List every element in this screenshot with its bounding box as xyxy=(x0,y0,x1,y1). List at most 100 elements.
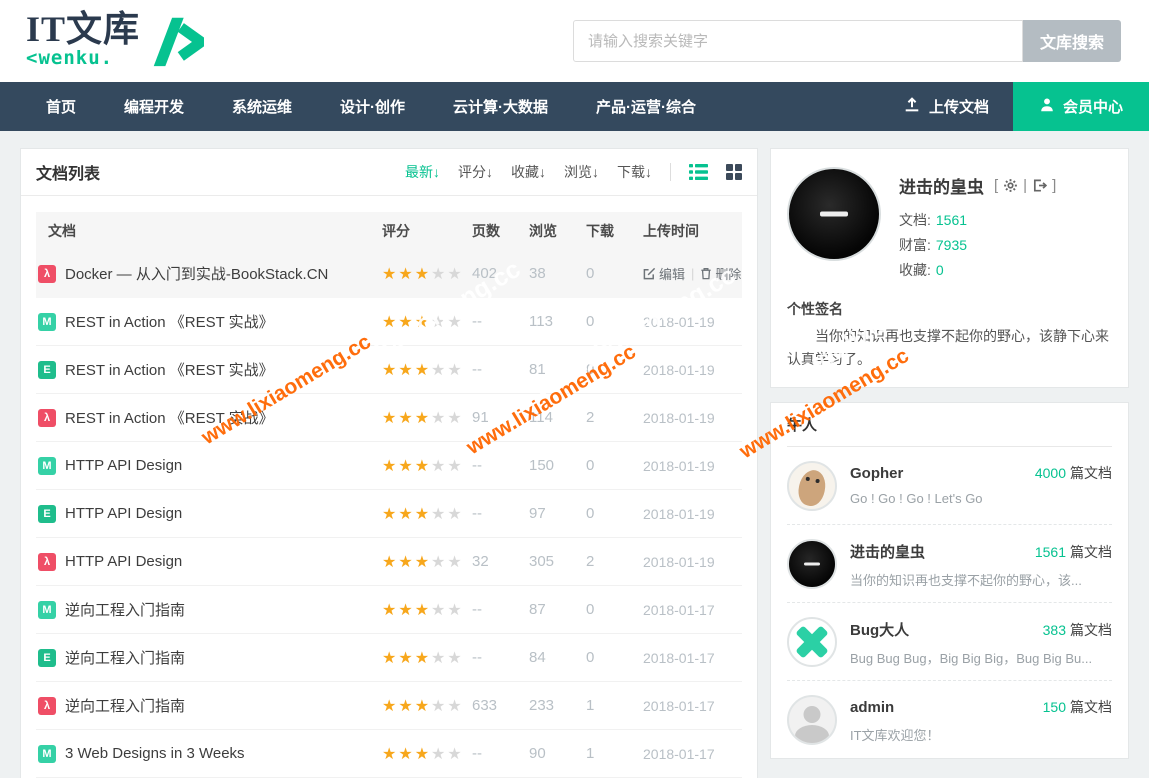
table-row[interactable]: λ逆向工程入门指南★★★★★63323312018-01-17 xyxy=(36,682,742,730)
doc-title-link[interactable]: 逆向工程入门指南 xyxy=(65,599,185,620)
edit-label: 编辑 xyxy=(659,264,685,283)
member-center-button[interactable]: 会员中心 xyxy=(1013,82,1149,131)
downloads-value: 0 xyxy=(586,601,643,618)
views-value: 233 xyxy=(529,697,586,714)
downloads-value: 2 xyxy=(586,409,643,426)
user-top-row: admin 150篇文档 xyxy=(850,697,1112,717)
nav-item-4[interactable]: 云计算·大数据 xyxy=(429,82,572,131)
star-icon: ★ xyxy=(415,650,431,667)
views-value: 305 xyxy=(529,553,586,570)
nav-item-3[interactable]: 设计·创作 xyxy=(316,82,429,131)
profile-name[interactable]: 进击的皇虫 xyxy=(899,173,984,198)
doc-title-link[interactable]: 3 Web Designs in 3 Weeks xyxy=(65,745,245,762)
doc-title-link[interactable]: REST in Action 《REST 实战》 xyxy=(65,311,274,332)
nav-item-0[interactable]: 首页 xyxy=(22,82,100,131)
user-list-item[interactable]: Bug大人383篇文档Bug Bug Bug，Big Big Big，Bug B… xyxy=(787,603,1112,681)
user-doc-count: 4000篇文档 xyxy=(1035,463,1112,483)
grid-view-icon[interactable] xyxy=(726,164,742,180)
list-view-icon[interactable] xyxy=(689,164,708,180)
user-list-item[interactable]: Gopher4000篇文档Go ! Go ! Go ! Let's Go xyxy=(787,447,1112,525)
upload-date: 2018-01-19 xyxy=(643,362,744,378)
star-icon: ★ xyxy=(415,506,431,523)
user-doc-count: 150篇文档 xyxy=(1043,697,1112,717)
search-input[interactable] xyxy=(573,20,1023,62)
nav-item-5[interactable]: 产品·运营·综合 xyxy=(572,82,720,131)
table-row[interactable]: λHTTP API Design★★★★★3230522018-01-19 xyxy=(36,538,742,586)
table-row[interactable]: λREST in Action 《REST 实战》★★★★★9111422018… xyxy=(36,394,742,442)
star-icon: ★ xyxy=(447,266,463,283)
views-value: 150 xyxy=(529,457,586,474)
doc-title-link[interactable]: HTTP API Design xyxy=(65,505,182,522)
doc-title-link[interactable]: HTTP API Design xyxy=(65,553,182,570)
profile-avatar[interactable] xyxy=(787,167,881,261)
user-name[interactable]: Bug大人 xyxy=(850,619,909,640)
sort-arrow-icon: ↓ xyxy=(539,164,546,180)
user-name[interactable]: Gopher xyxy=(850,465,903,482)
star-icon: ★ xyxy=(431,458,447,475)
star-icon: ★ xyxy=(415,314,431,331)
star-icon: ★ xyxy=(415,362,431,379)
star-icon: ★ xyxy=(431,362,447,379)
pdf-file-icon: λ xyxy=(38,697,56,715)
table-row[interactable]: M3 Web Designs in 3 Weeks★★★★★--9012018-… xyxy=(36,730,742,778)
user-avatar xyxy=(787,695,837,745)
star-icon: ★ xyxy=(398,410,414,427)
star-icon: ★ xyxy=(431,410,447,427)
site-logo[interactable]: IT文库 <wenku. xyxy=(26,10,204,75)
doc-title-link[interactable]: 逆向工程入门指南 xyxy=(65,647,185,668)
table-row[interactable]: MREST in Action 《REST 实战》★★★★★--11302018… xyxy=(36,298,742,346)
table-row[interactable]: EREST in Action 《REST 实战》★★★★★--8102018-… xyxy=(36,346,742,394)
views-value: 90 xyxy=(529,745,586,762)
table-row[interactable]: MHTTP API Design★★★★★--15002018-01-19 xyxy=(36,442,742,490)
doc-title-link[interactable]: REST in Action 《REST 实战》 xyxy=(65,407,274,428)
doc-title-link[interactable]: 逆向工程入门指南 xyxy=(65,695,185,716)
rating-stars: ★★★★★ xyxy=(382,312,472,332)
user-list-item[interactable]: admin 150篇文档 IT文库欢迎您！ xyxy=(787,681,1112,758)
star-icon: ★ xyxy=(447,314,463,331)
sort-1[interactable]: 评分↓ xyxy=(458,162,493,182)
sort-label: 最新 xyxy=(405,164,433,180)
user-signature: 当你的知识再也支撑不起你的野心，该... xyxy=(850,570,1112,589)
doc-count-number: 150 xyxy=(1043,699,1066,715)
nav-item-2[interactable]: 系统运维 xyxy=(208,82,316,131)
upload-doc-button[interactable]: 上传文档 xyxy=(879,82,1013,131)
user-name[interactable]: 进击的皇虫 xyxy=(850,541,925,562)
star-icon: ★ xyxy=(382,554,398,571)
sort-label: 下载 xyxy=(617,164,645,180)
downloads-value: 0 xyxy=(586,505,643,522)
table-row[interactable]: λDocker — 从入门到实战-BookStack.CN★★★★★402380… xyxy=(36,250,742,298)
doc-title-link[interactable]: HTTP API Design xyxy=(65,457,182,474)
user-doc-count: 383篇文档 xyxy=(1043,620,1112,640)
nav-item-1[interactable]: 编程开发 xyxy=(100,82,208,131)
table-row[interactable]: E逆向工程入门指南★★★★★--8402018-01-17 xyxy=(36,634,742,682)
sort-4[interactable]: 下载↓ xyxy=(617,162,652,182)
star-icon: ★ xyxy=(382,362,398,379)
rating-stars: ★★★★★ xyxy=(382,360,472,380)
user-name[interactable]: admin xyxy=(850,699,894,716)
sort-arrow-icon: ↓ xyxy=(645,164,652,180)
settings-gear-icon[interactable] xyxy=(1003,178,1018,193)
user-signature: IT文库欢迎您！ xyxy=(850,725,1112,744)
table-row[interactable]: EHTTP API Design★★★★★--9702018-01-19 xyxy=(36,490,742,538)
edit-button[interactable]: 编辑 xyxy=(643,264,685,283)
sort-0[interactable]: 最新↓ xyxy=(405,162,440,182)
sort-3[interactable]: 浏览↓ xyxy=(564,162,599,182)
doc-title-link[interactable]: REST in Action 《REST 实战》 xyxy=(65,359,274,380)
profile-stat: 财富:7935 xyxy=(899,233,1056,258)
doc-title-cell: λ REST in Action 《REST 实战》 xyxy=(36,407,382,428)
doc-title-link[interactable]: Docker — 从入门到实战-BookStack.CN xyxy=(65,263,328,284)
pdf-file-icon: λ xyxy=(38,409,56,427)
doc-count-suffix: 篇文档 xyxy=(1070,622,1112,638)
star-icon: ★ xyxy=(382,266,398,283)
search-button[interactable]: 文库搜索 xyxy=(1023,20,1121,62)
user-list-item[interactable]: 进击的皇虫1561篇文档当你的知识再也支撑不起你的野心，该... xyxy=(787,525,1112,603)
star-icon: ★ xyxy=(398,746,414,763)
rating-stars: ★★★★★ xyxy=(382,552,472,572)
views-value: 38 xyxy=(529,265,586,282)
sort-2[interactable]: 收藏↓ xyxy=(511,162,546,182)
delete-button[interactable]: 删除 xyxy=(700,264,741,283)
table-row[interactable]: M逆向工程入门指南★★★★★--8702018-01-17 xyxy=(36,586,742,634)
downloads-value: 2 xyxy=(586,553,643,570)
logout-icon[interactable] xyxy=(1032,178,1047,193)
pages-value: -- xyxy=(472,745,529,762)
